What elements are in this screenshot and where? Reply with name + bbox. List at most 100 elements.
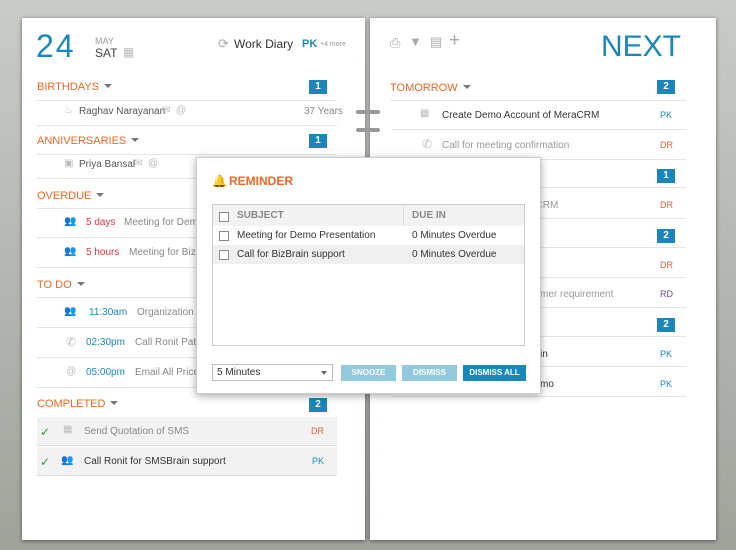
dismiss-all-button[interactable]: DISMISS ALL: [463, 365, 526, 381]
task[interactable]: in: [540, 349, 548, 360]
date-weekday: SAT: [95, 46, 118, 60]
phone-icon: ✆: [422, 137, 433, 151]
row-checkbox[interactable]: [219, 231, 229, 241]
birthday-name[interactable]: Raghav Narayanan: [79, 106, 165, 117]
overdue-task[interactable]: Meeting for BizB: [129, 247, 202, 258]
meeting-icon: 👥: [64, 246, 77, 257]
task[interactable]: mer requirement: [540, 289, 613, 300]
count-badge: 2: [657, 318, 675, 332]
work-diary-title: Work Diary: [234, 37, 294, 51]
anniversary-name[interactable]: Priya Bansal: [79, 159, 135, 170]
caret-down-icon: [96, 193, 105, 197]
assignee: DR: [660, 260, 673, 270]
section-todo[interactable]: TO DO: [37, 279, 85, 291]
task[interactable]: mo: [540, 379, 554, 390]
caret-down-icon: [321, 371, 327, 375]
section-label: OVERDUE: [37, 190, 92, 202]
reminder-subject: Meeting for Demo Presentation: [237, 230, 376, 241]
todo-time: 05:00pm: [86, 367, 125, 378]
reminder-title: REMINDER: [229, 174, 294, 188]
email-icon[interactable]: ✉: [134, 158, 142, 169]
assignee: PK: [660, 110, 673, 120]
count-badge: 2: [657, 229, 675, 243]
phone-icon: ✆: [66, 335, 77, 349]
section-label: TO DO: [37, 279, 72, 291]
at-icon[interactable]: @: [176, 105, 186, 116]
select-all-checkbox[interactable]: [219, 212, 229, 222]
check-icon: ✓: [40, 425, 51, 439]
todo-task[interactable]: Call Ronit Patel: [135, 337, 204, 348]
select-value: 5 Minutes: [217, 367, 261, 378]
check-icon: ✓: [40, 455, 51, 469]
overdue-task[interactable]: Meeting for Demo: [124, 217, 203, 228]
calendar-task-icon: ▦: [420, 108, 430, 119]
dismiss-button[interactable]: DISMISS: [402, 365, 457, 381]
calendar-icon[interactable]: ▦: [123, 45, 134, 59]
divider: [37, 125, 337, 126]
caret-down-icon: [131, 138, 140, 142]
assignee: PK: [660, 379, 673, 389]
todo-task[interactable]: Email All Prices: [135, 367, 204, 378]
divider: [392, 129, 686, 130]
section-overdue[interactable]: OVERDUE: [37, 190, 105, 202]
assignee: DR: [660, 140, 673, 150]
birthday-age: 37 Years: [304, 106, 343, 117]
print-icon[interactable]: ⎙: [390, 35, 400, 51]
section-label: COMPLETED: [37, 398, 106, 410]
todo-time: 11:30am: [89, 307, 128, 318]
column-due[interactable]: DUE IN: [412, 210, 446, 221]
task[interactable]: Create Demo Account of MeraCRM: [442, 110, 599, 121]
section-tomorrow[interactable]: TOMORROW: [390, 82, 471, 94]
current-user[interactable]: PK: [302, 38, 317, 50]
more-users-link[interactable]: +4 more: [320, 41, 346, 48]
caret-down-icon: [462, 85, 471, 89]
count-badge: 2: [657, 80, 675, 94]
caret-down-icon: [103, 84, 112, 88]
export-icon[interactable]: ▤: [430, 34, 442, 50]
meeting-icon: 👥: [64, 216, 77, 227]
column-subject[interactable]: SUBJECT: [237, 210, 284, 221]
reminder-due: 0 Minutes Overdue: [412, 249, 497, 260]
gift-icon: ▣: [64, 158, 74, 169]
snooze-button[interactable]: SNOOZE: [341, 365, 396, 381]
section-label: ANNIVERSARIES: [37, 135, 127, 147]
caret-down-icon: [76, 282, 85, 286]
assignee: PK: [660, 349, 673, 359]
snooze-duration-select[interactable]: 5 Minutes: [212, 364, 333, 381]
caret-down-icon: [110, 401, 119, 405]
reminder-subject: Call for BizBrain support: [237, 249, 345, 260]
add-icon[interactable]: +: [449, 30, 460, 52]
count-badge: 1: [309, 80, 327, 94]
meeting-icon: 👥: [61, 455, 74, 466]
section-anniversaries[interactable]: ANNIVERSARIES: [37, 135, 140, 147]
divider: [37, 100, 337, 101]
task[interactable]: Call for meeting confirmation: [442, 140, 569, 151]
column-divider: [403, 205, 404, 226]
count-badge: 1: [657, 169, 675, 183]
at-icon: @: [66, 366, 77, 377]
row-checkbox[interactable]: [219, 250, 229, 260]
assignee: RD: [660, 289, 673, 299]
next-title: NEXT: [601, 30, 682, 63]
divider: [392, 396, 686, 397]
section-birthdays[interactable]: BIRTHDAYS: [37, 81, 112, 93]
cake-icon: ♨: [64, 105, 73, 116]
calendar-task-icon: ▦: [63, 424, 73, 435]
binder-ring: [356, 128, 380, 132]
overdue-time: 5 days: [86, 217, 116, 228]
todo-task[interactable]: Organization V: [137, 307, 203, 318]
section-completed[interactable]: COMPLETED: [37, 398, 119, 410]
email-icon[interactable]: ✉: [162, 105, 170, 116]
bell-icon: 🔔: [212, 174, 227, 188]
refresh-icon[interactable]: ⟳: [218, 36, 229, 52]
section-label: BIRTHDAYS: [37, 81, 99, 93]
date-day: 24: [36, 28, 76, 64]
date-month: MAY: [95, 36, 114, 46]
assignee: DR: [660, 200, 673, 210]
completed-task: Send Quotation of SMS: [84, 426, 190, 437]
at-icon[interactable]: @: [148, 158, 158, 169]
count-badge: 2: [309, 398, 327, 412]
assignee: PK: [312, 456, 325, 466]
filter-icon[interactable]: ▼: [409, 34, 422, 49]
divider: [37, 154, 337, 155]
